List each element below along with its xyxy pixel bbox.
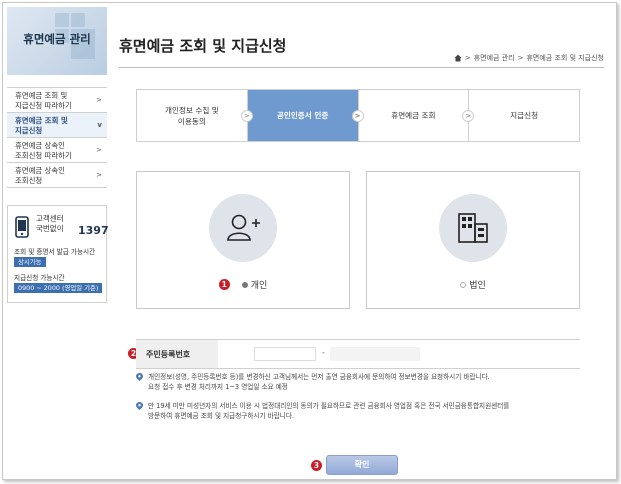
breadcrumb-separator: > xyxy=(517,54,524,62)
sidebar-item-guide[interactable]: 휴면예금 조회 및 지급신청 따라하기 > xyxy=(7,88,107,113)
chevron-right-icon: > xyxy=(96,96,102,104)
sidebar: 휴면예금 관리 휴면예금 조회 및 지급신청 따라하기 > 휴면예금 조회 및 … xyxy=(3,3,111,479)
breadcrumb-item[interactable]: 휴면예금 관리 xyxy=(474,53,515,63)
step-number-badge: 1 xyxy=(218,279,230,290)
radio-personal[interactable] xyxy=(241,281,248,288)
step-label: 지급신청 xyxy=(510,111,539,120)
resident-number-label: 주민등록번호 xyxy=(136,340,218,368)
resident-number-front-input[interactable] xyxy=(254,347,316,361)
confirm-area: 3 확인 xyxy=(311,455,398,475)
step-label: 개인정보 수집 및 이용동의 xyxy=(165,105,219,126)
option-personal-row[interactable]: 1 개인 xyxy=(137,278,349,291)
step-inquiry: 휴면예금 조회 > xyxy=(358,90,475,141)
resident-number-row: 2 주민등록번호 - xyxy=(128,339,580,369)
sidebar-title-banner: 휴면예금 관리 xyxy=(7,7,107,75)
step-label: 공인인증서 인증 xyxy=(276,111,329,120)
inquiry-hours-badge: 상시가능 xyxy=(14,257,46,267)
sidebar-item-label: 휴면예금 조회 및 지급신청 xyxy=(15,116,68,135)
option-personal-card[interactable]: 1 개인 xyxy=(136,171,350,309)
app-frame: 휴면예금 관리 휴면예금 조회 및 지급신청 따라하기 > 휴면예금 조회 및 … xyxy=(2,2,617,480)
info-note: 만 19세 미만 미성년자의 서비스 이용 시 법정대리인의 동의가 필요하므로… xyxy=(136,401,596,421)
chevron-right-icon: > xyxy=(96,171,102,179)
sidebar-item-label: 휴면예금 조회 및 지급신청 따라하기 xyxy=(15,91,72,110)
inquiry-hours-label: 조회 및 증명서 발급 가능시간 xyxy=(14,248,96,256)
step-certificate: 공인인증서 인증 > xyxy=(247,90,364,141)
info-note-text: 개인정보(성명, 주민등록번호 등)를 변경하신 고객님께서는 먼저 출연 금융… xyxy=(148,373,490,391)
resident-number-back-input[interactable] xyxy=(330,347,420,361)
step-label: 휴면예금 조회 xyxy=(391,111,436,120)
info-pin-icon xyxy=(136,402,143,410)
option-corporate-label: 법인 xyxy=(469,281,486,291)
info-pin-icon xyxy=(136,373,143,381)
step-arrow-icon: > xyxy=(351,110,364,122)
info-note: 개인정보(성명, 주민등록번호 등)를 변경하신 고객님께서는 먼저 출연 금융… xyxy=(136,372,596,392)
chevron-right-icon: > xyxy=(96,146,102,154)
sidebar-item-label: 휴면예금 상속인 조회신청 따라하기 xyxy=(15,141,72,160)
person-icon xyxy=(209,194,277,262)
customer-center-number: 1397 xyxy=(78,224,109,237)
customer-center-box: 고객센터 국번없이 1397 조회 및 증명서 발급 가능시간 상시가능 지급신… xyxy=(7,205,109,303)
resident-number-dash: - xyxy=(322,348,325,357)
page-title: 휴면예금 조회 및 지급신청 xyxy=(119,37,287,55)
radio-corporate[interactable] xyxy=(460,281,467,288)
claim-hours-label: 지급신청 가능시간 xyxy=(14,274,65,282)
sidebar-item-heir-guide[interactable]: 휴면예금 상속인 조회신청 따라하기 > xyxy=(7,138,107,163)
breadcrumb-item[interactable]: 휴면예금 조회 및 지급신청 xyxy=(526,53,604,63)
sidebar-item-heir-inquiry[interactable]: 휴면예금 상속인 조회신청 > xyxy=(7,163,107,188)
confirm-button[interactable]: 확인 xyxy=(326,455,398,475)
phone-icon xyxy=(15,216,29,238)
sidebar-item-label: 휴면예금 상속인 조회신청 xyxy=(15,166,65,185)
step-number-badge: 3 xyxy=(311,459,322,471)
main-content: 휴면예금 조회 및 지급신청 > 휴면예금 관리 > 휴면예금 조회 및 지급신… xyxy=(119,3,616,479)
option-corporate-row[interactable]: 법인 xyxy=(367,278,579,291)
step-arrow-icon: > xyxy=(240,110,253,122)
step-consent: 개인정보 수집 및 이용동의 > xyxy=(137,90,253,141)
home-icon[interactable] xyxy=(454,54,462,62)
building-icon xyxy=(439,194,507,262)
step-claim: 지급신청 xyxy=(469,90,579,141)
info-note-text: 만 19세 미만 미성년자의 서비스 이용 시 법정대리인의 동의가 필요하므로… xyxy=(148,402,510,420)
step-indicator: 개인정보 수집 및 이용동의 > 공인인증서 인증 > 휴면예금 조회 > 지급… xyxy=(136,89,580,142)
chevron-down-icon: v xyxy=(97,121,102,129)
option-personal-label: 개인 xyxy=(250,281,268,291)
sidebar-menu: 휴면예금 조회 및 지급신청 따라하기 > 휴면예금 조회 및 지급신청 v 휴… xyxy=(7,87,107,188)
sidebar-title: 휴면예금 관리 xyxy=(23,32,91,46)
sidebar-item-inquiry[interactable]: 휴면예금 조회 및 지급신청 v xyxy=(7,113,107,138)
customer-center-label: 고객센터 국번없이 xyxy=(36,214,64,233)
breadcrumb: > 휴면예금 관리 > 휴면예금 조회 및 지급신청 xyxy=(454,53,604,63)
title-divider xyxy=(119,67,604,68)
breadcrumb-separator: > xyxy=(464,54,471,62)
claim-hours-badge: 0900 ~ 2000 (영업일 기준) xyxy=(14,283,103,293)
option-corporate-card[interactable]: 법인 xyxy=(366,171,580,309)
